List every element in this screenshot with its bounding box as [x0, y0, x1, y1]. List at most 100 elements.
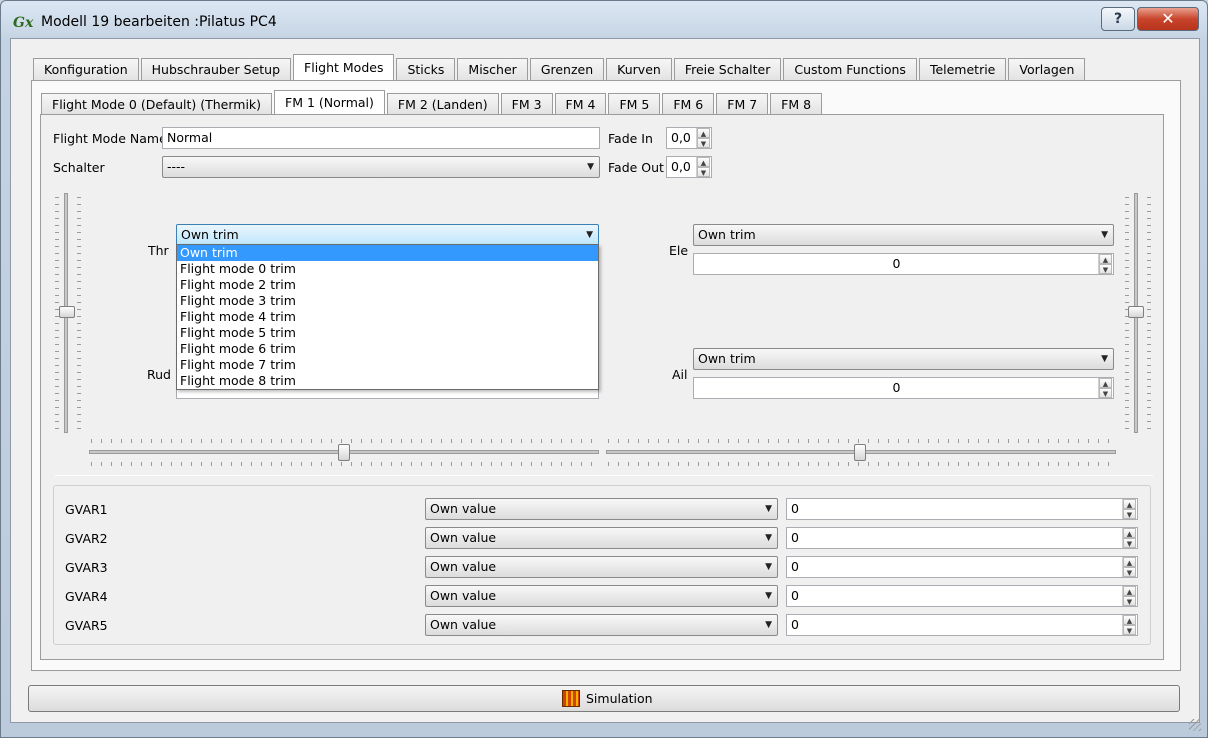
mode-tab[interactable]: FM 3: [500, 93, 553, 114]
fade-out-spin[interactable]: ▲ ▼: [696, 157, 710, 177]
ail-trim-spinbox[interactable]: 0 ▲ ▼: [693, 377, 1114, 399]
dropdown-option[interactable]: Flight mode 2 trim: [177, 277, 598, 293]
dropdown-option[interactable]: Flight mode 4 trim: [177, 309, 598, 325]
gvar-spin[interactable]: ▲ ▼: [1122, 528, 1136, 548]
spin-up-icon[interactable]: ▲: [697, 157, 710, 167]
dropdown-option[interactable]: Flight mode 8 trim: [177, 373, 598, 389]
spin-up-icon[interactable]: ▲: [1099, 378, 1112, 388]
mode-tab[interactable]: FM 6: [662, 93, 715, 114]
dropdown-option[interactable]: Flight mode 7 trim: [177, 357, 598, 373]
spin-up-icon[interactable]: ▲: [1123, 586, 1136, 596]
spin-down-icon[interactable]: ▼: [1123, 625, 1136, 635]
gvar-label: GVAR5: [65, 618, 108, 633]
main-tab[interactable]: Freie Schalter: [673, 58, 782, 80]
ail-trim-select[interactable]: Own trim ▼: [693, 348, 1114, 370]
left-hslider-handle[interactable]: [338, 444, 350, 461]
spin-down-icon[interactable]: ▼: [697, 167, 710, 177]
mode-tab[interactable]: Flight Mode 0 (Default) (Thermik): [41, 93, 273, 114]
dropdown-option[interactable]: Flight mode 3 trim: [177, 293, 598, 309]
right-hslider-ticks: [608, 462, 1114, 466]
mode-tab-bar: Flight Mode 0 (Default) (Thermik) FM 1 (N…: [41, 90, 824, 114]
gvar-value-spinbox[interactable]: 0 ▲ ▼: [786, 498, 1138, 520]
dropdown-option[interactable]: Flight mode 0 trim: [177, 261, 598, 277]
right-slider-ticks: [1147, 197, 1151, 429]
spin-up-icon[interactable]: ▲: [1123, 615, 1136, 625]
fade-out-value: 0,0: [671, 159, 691, 174]
gvar-mode-select[interactable]: Own value ▼: [425, 556, 778, 578]
main-tab[interactable]: Grenzen: [529, 58, 605, 80]
resize-grip-icon[interactable]: [1189, 719, 1201, 731]
main-tab[interactable]: Sticks: [396, 58, 456, 80]
gvar-value-spinbox[interactable]: 0 ▲ ▼: [786, 614, 1138, 636]
spin-down-icon[interactable]: ▼: [1099, 388, 1112, 398]
spin-down-icon[interactable]: ▼: [1123, 509, 1136, 519]
mode-tab[interactable]: FM 8: [770, 93, 823, 114]
left-slider-handle[interactable]: [59, 306, 75, 318]
gvar-spin[interactable]: ▲ ▼: [1122, 499, 1136, 519]
right-hslider-ticks: [608, 439, 1114, 443]
main-tab[interactable]: Mischer: [457, 58, 528, 80]
gvar-value-spinbox[interactable]: 0 ▲ ▼: [786, 556, 1138, 578]
dropdown-option[interactable]: Own trim: [177, 245, 598, 261]
gvar-mode-select[interactable]: Own value ▼: [425, 585, 778, 607]
switch-select[interactable]: ---- ▼: [162, 156, 600, 178]
gvar-mode-value: Own value: [430, 617, 497, 632]
main-tab[interactable]: Hubschrauber Setup: [140, 58, 292, 80]
main-tab[interactable]: Flight Modes: [293, 54, 395, 80]
flight-mode-name-input[interactable]: Normal: [162, 127, 600, 149]
mode-tab[interactable]: FM 1 (Normal): [274, 90, 385, 114]
gvar-value-spinbox[interactable]: 0 ▲ ▼: [786, 585, 1138, 607]
spin-down-icon[interactable]: ▼: [697, 138, 710, 148]
fade-in-spinbox[interactable]: 0,0 ▲ ▼: [666, 127, 712, 149]
gvar-spin[interactable]: ▲ ▼: [1122, 615, 1136, 635]
fade-in-spin[interactable]: ▲ ▼: [696, 128, 710, 148]
gvar-value: 0: [791, 559, 799, 574]
spin-down-icon[interactable]: ▼: [1123, 596, 1136, 606]
spin-up-icon[interactable]: ▲: [1123, 528, 1136, 538]
ele-spin[interactable]: ▲ ▼: [1098, 254, 1112, 274]
ele-trim-select[interactable]: Own trim ▼: [693, 224, 1114, 246]
dropdown-option[interactable]: Flight mode 5 trim: [177, 325, 598, 341]
gvar-mode-select[interactable]: Own value ▼: [425, 498, 778, 520]
spin-down-icon[interactable]: ▼: [1123, 567, 1136, 577]
thr-trim-select[interactable]: Own trim ▼: [176, 224, 599, 246]
main-tab[interactable]: Konfiguration: [33, 58, 139, 80]
main-tab[interactable]: Telemetrie: [918, 58, 1007, 80]
main-tab[interactable]: Kurven: [606, 58, 672, 80]
app-logo-icon: Gx: [13, 15, 34, 31]
ail-spin[interactable]: ▲ ▼: [1098, 378, 1112, 398]
spin-down-icon[interactable]: ▼: [1099, 264, 1112, 274]
dropdown-option[interactable]: Flight mode 6 trim: [177, 341, 598, 357]
chevron-down-icon: ▼: [586, 230, 593, 240]
close-button[interactable]: ✕: [1137, 7, 1199, 31]
ele-trim-spinbox[interactable]: 0 ▲ ▼: [693, 253, 1114, 275]
spin-up-icon[interactable]: ▲: [1123, 499, 1136, 509]
mode-tab[interactable]: FM 4: [554, 93, 607, 114]
spin-down-icon[interactable]: ▼: [1123, 538, 1136, 548]
ail-label: Ail: [672, 367, 688, 382]
main-tab[interactable]: Custom Functions: [783, 58, 917, 80]
mode-tab[interactable]: FM 5: [608, 93, 661, 114]
fade-out-spinbox[interactable]: 0,0 ▲ ▼: [666, 156, 712, 178]
app-window: Gx Modell 19 bearbeiten :Pilatus PC4 ? ✕…: [0, 0, 1208, 738]
help-button[interactable]: ?: [1101, 7, 1135, 31]
chevron-down-icon: ▼: [587, 162, 594, 172]
gvar-spin[interactable]: ▲ ▼: [1122, 586, 1136, 606]
right-hslider-handle[interactable]: [854, 444, 866, 461]
gvar-spin[interactable]: ▲ ▼: [1122, 557, 1136, 577]
main-tab[interactable]: Vorlagen: [1008, 58, 1086, 80]
mode-tab[interactable]: FM 2 (Landen): [386, 93, 499, 114]
gvar-mode-select[interactable]: Own value ▼: [425, 614, 778, 636]
spin-up-icon[interactable]: ▲: [1099, 254, 1112, 264]
spin-up-icon[interactable]: ▲: [697, 128, 710, 138]
chevron-down-icon: ▼: [1101, 354, 1108, 364]
help-icon: ?: [1113, 11, 1123, 27]
gvar-value-spinbox[interactable]: 0 ▲ ▼: [786, 527, 1138, 549]
spin-up-icon[interactable]: ▲: [1123, 557, 1136, 567]
right-slider-handle[interactable]: [1128, 306, 1144, 318]
ele-label: Ele: [669, 243, 689, 258]
gvar-mode-select[interactable]: Own value ▼: [425, 527, 778, 549]
simulation-button[interactable]: Simulation: [28, 685, 1180, 712]
mode-tab[interactable]: FM 7: [716, 93, 769, 114]
gvar-value: 0: [791, 501, 799, 516]
